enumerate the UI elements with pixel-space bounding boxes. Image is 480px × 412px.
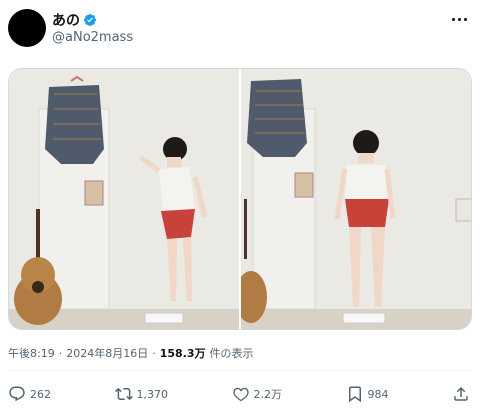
- divider: [8, 370, 472, 371]
- action-bar: 262 1,370 2.2万 984: [8, 385, 470, 403]
- meta-separator: ·: [58, 346, 63, 360]
- views-label: 件の表示: [209, 347, 254, 360]
- tweet-date[interactable]: 2024年8月16日: [66, 345, 148, 361]
- verified-badge-icon: [84, 14, 96, 26]
- user-handle[interactable]: @aNo2mass: [52, 30, 133, 45]
- share-icon: [454, 386, 468, 401]
- views-count: 158.3万: [159, 347, 206, 360]
- meta-separator: ·: [152, 346, 156, 360]
- photo-2-image: [241, 69, 471, 329]
- photo-1[interactable]: [9, 69, 239, 329]
- bookmark-count: 984: [367, 387, 389, 401]
- like-button[interactable]: 2.2万: [232, 385, 283, 403]
- more-options-icon[interactable]: [452, 14, 470, 24]
- heart-icon: [232, 387, 249, 402]
- bookmark-icon: [348, 386, 361, 403]
- photo-1-image: [9, 69, 239, 329]
- retweet-count: 1,370: [136, 387, 169, 401]
- reply-icon: [9, 386, 25, 402]
- tweet-time[interactable]: 午後8:19: [8, 345, 55, 361]
- share-button[interactable]: [452, 385, 470, 403]
- like-count: 2.2万: [253, 388, 283, 401]
- tweet-meta: 午後8:19 · 2024年8月16日 · 158.3万 件の表示: [8, 345, 254, 361]
- avatar[interactable]: [8, 9, 46, 47]
- reply-count: 262: [30, 387, 51, 401]
- retweet-button[interactable]: 1,370: [114, 385, 169, 403]
- photo-2[interactable]: [241, 69, 471, 329]
- reply-button[interactable]: 262: [8, 385, 51, 403]
- display-name[interactable]: あの: [52, 10, 80, 30]
- retweet-icon: [114, 387, 133, 401]
- media-grid: [8, 68, 472, 330]
- user-name-row: あの: [52, 10, 97, 30]
- bookmark-button[interactable]: 984: [346, 385, 389, 403]
